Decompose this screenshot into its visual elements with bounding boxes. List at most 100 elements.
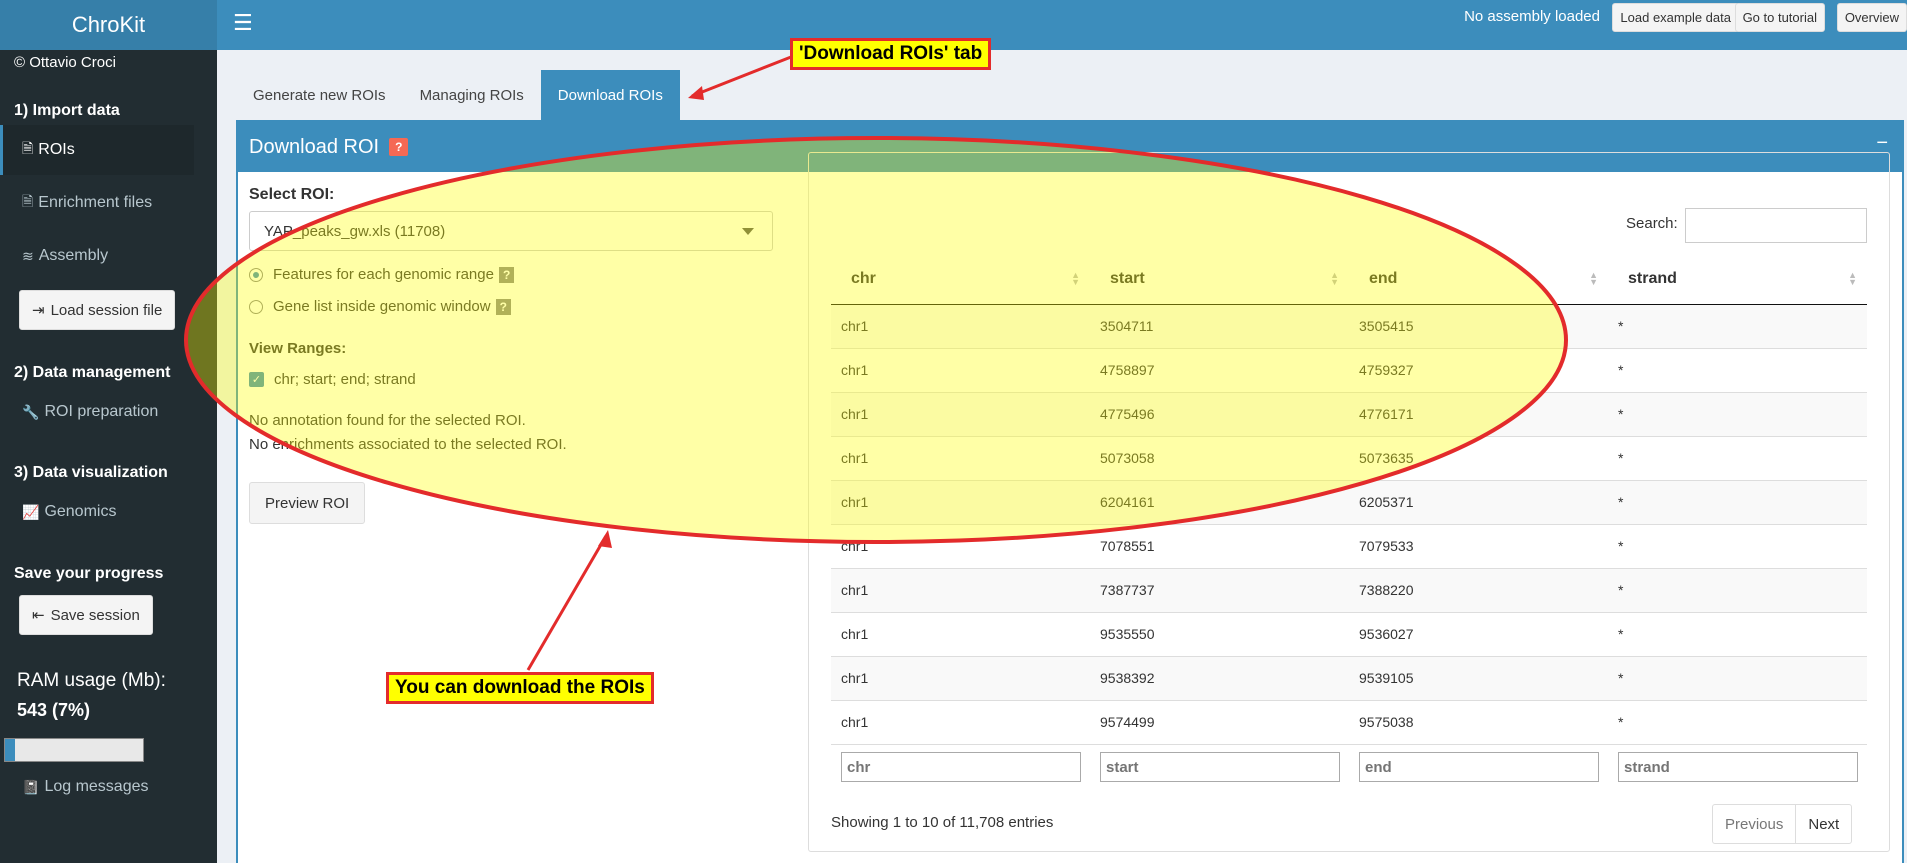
- tab-arrow-line: [691, 55, 792, 98]
- section-save-progress: Save your progress: [14, 565, 164, 582]
- cell-strand: *: [1608, 523, 1867, 568]
- sort-icon: ▲ ▼: [1848, 270, 1857, 287]
- table-row[interactable]: chr1 9574499 9575038 *: [831, 699, 1867, 744]
- sidebar-item-rois[interactable]: 🗎 ROIs: [0, 125, 194, 175]
- cell-start: 4775496: [1090, 391, 1349, 436]
- load-session-button[interactable]: ⇥ Load session file: [19, 290, 176, 330]
- file-export-icon: ⇤: [32, 607, 45, 624]
- cell-strand: *: [1608, 611, 1867, 656]
- radio-button[interactable]: [249, 267, 263, 282]
- ram-progress-fill: [5, 739, 15, 761]
- cell-chr: chr1: [831, 347, 1090, 392]
- table-row[interactable]: chr1 6204161 6205371 *: [831, 479, 1867, 524]
- table-row[interactable]: chr1 4775496 4776171 *: [831, 391, 1867, 436]
- cell-strand: *: [1608, 479, 1867, 524]
- table-info: Showing 1 to 10 of 11,708 entries: [831, 814, 1054, 831]
- go-to-tutorial-button[interactable]: Go to tutorial: [1734, 3, 1825, 32]
- roi-table: chr ▲ ▼ start ▲ ▼ end ▲ ▼ strand ▲ ▼ chr1 3504711…: [831, 254, 1867, 790]
- sidebar-item-genomics[interactable]: 📈 Genomics: [0, 487, 194, 537]
- roi-tabs: Generate new ROIs Managing ROIs Download…: [236, 70, 680, 120]
- filter-input-strand[interactable]: [1618, 752, 1858, 783]
- database-icon: ≋: [22, 247, 34, 264]
- cell-chr: chr1: [831, 655, 1090, 700]
- search-input[interactable]: [1685, 208, 1867, 243]
- table-row[interactable]: chr1 9538392 9539105 *: [831, 655, 1867, 700]
- radio-gene-list[interactable]: Gene list inside genomic window ?: [249, 298, 511, 315]
- select-roi-dropdown[interactable]: YAP_peaks_gw.xls (11708): [249, 211, 773, 251]
- cell-strand: *: [1608, 567, 1867, 612]
- filter-input-end[interactable]: [1359, 752, 1599, 783]
- table-row[interactable]: chr1 5073058 5073635 *: [831, 435, 1867, 480]
- overview-button[interactable]: Overview: [1836, 3, 1907, 32]
- help-icon[interactable]: ?: [495, 298, 511, 315]
- cell-end: 3505415: [1349, 303, 1608, 348]
- load-example-data-button[interactable]: Load example data: [1612, 3, 1739, 32]
- sidebar-item-roi-preparation[interactable]: 🔧 ROI preparation: [0, 387, 194, 437]
- cell-chr: chr1: [831, 611, 1090, 656]
- tab-generate-new-rois[interactable]: Generate new ROIs: [236, 70, 403, 120]
- select-roi-label: Select ROI:: [249, 186, 335, 203]
- cell-end: 9539105: [1349, 655, 1608, 700]
- cell-end: 5073635: [1349, 435, 1608, 480]
- previous-page-button[interactable]: Previous: [1713, 805, 1797, 843]
- cell-strand: *: [1608, 655, 1867, 700]
- app-logo: ChroKit: [0, 0, 217, 50]
- column-header-end[interactable]: end ▲ ▼: [1349, 254, 1608, 305]
- app-title: ChroKit: [71, 12, 146, 37]
- hamburger-icon[interactable]: ☰: [233, 10, 253, 36]
- section-data-visualization: 3) Data visualization: [14, 464, 168, 481]
- cell-end: 7388220: [1349, 567, 1608, 612]
- view-ranges-checkbox-row[interactable]: ✓ chr; start; end; strand: [249, 371, 416, 388]
- ram-usage-label: RAM usage (Mb):: [17, 670, 166, 691]
- cell-start: 4758897: [1090, 347, 1349, 392]
- cell-start: 9574499: [1090, 699, 1349, 744]
- filter-input-chr[interactable]: [841, 752, 1081, 783]
- sidebar-item-assembly[interactable]: ≋ Assembly: [0, 231, 194, 281]
- file-icon: 🗎: [22, 140, 34, 156]
- next-page-button[interactable]: Next: [1796, 805, 1851, 843]
- sidebar-item-label: Enrichment files: [38, 194, 153, 211]
- cell-start: 3504711: [1090, 303, 1349, 348]
- column-header-start[interactable]: start ▲ ▼: [1090, 254, 1349, 305]
- sort-icon: ▲ ▼: [1071, 270, 1080, 287]
- no-annotation-message: No annotation found for the selected ROI…: [249, 412, 526, 429]
- column-header-chr[interactable]: chr ▲ ▼: [831, 254, 1090, 305]
- select-roi-value: YAP_peaks_gw.xls (11708): [264, 222, 446, 240]
- preview-roi-button[interactable]: Preview ROI: [249, 482, 366, 524]
- sidebar-item-label: Genomics: [44, 503, 117, 520]
- tab-callout: 'Download ROIs' tab: [790, 38, 992, 70]
- cell-chr: chr1: [831, 523, 1090, 568]
- book-icon: 📓: [22, 778, 40, 795]
- table-row[interactable]: chr1 7387737 7388220 *: [831, 567, 1867, 612]
- table-row[interactable]: chr1 3504711 3505415 *: [831, 303, 1867, 348]
- tab-managing-rois[interactable]: Managing ROIs: [403, 70, 541, 120]
- cell-chr: chr1: [831, 479, 1090, 524]
- filter-input-start[interactable]: [1100, 752, 1340, 783]
- file-icon: 🗎: [22, 193, 34, 209]
- no-enrichment-message: No enrichments associated to the selecte…: [249, 436, 567, 453]
- cell-start: 9535550: [1090, 611, 1349, 656]
- table-row[interactable]: chr1 7078551 7079533 *: [831, 523, 1867, 568]
- table-row[interactable]: chr1 9535550 9536027 *: [831, 611, 1867, 656]
- cell-start: 5073058: [1090, 435, 1349, 480]
- checkbox[interactable]: ✓: [249, 372, 264, 387]
- help-icon[interactable]: ?: [498, 266, 515, 283]
- radio-features[interactable]: Features for each genomic range ?: [249, 266, 515, 283]
- tab-download-rois[interactable]: Download ROIs: [540, 70, 680, 120]
- help-button[interactable]: ?: [389, 138, 409, 156]
- sidebar-item-label: Assembly: [38, 247, 109, 264]
- cell-end: 4776171: [1349, 391, 1608, 436]
- cell-end: 7079533: [1349, 523, 1608, 568]
- cell-chr: chr1: [831, 391, 1090, 436]
- sidebar-item-enrichment-files[interactable]: 🗎 Enrichment files: [0, 178, 194, 228]
- copyright: © Ottavio Croci: [14, 54, 116, 71]
- view-ranges-value: chr; start; end; strand: [274, 371, 416, 388]
- section-import-data: 1) Import data: [14, 102, 120, 119]
- column-header-strand[interactable]: strand ▲ ▼: [1608, 254, 1867, 305]
- save-session-button[interactable]: ⇤ Save session: [19, 595, 153, 635]
- search-label: Search:: [1626, 215, 1678, 232]
- cell-chr: chr1: [831, 435, 1090, 480]
- radio-button[interactable]: [249, 299, 263, 314]
- table-row[interactable]: chr1 4758897 4759327 *: [831, 347, 1867, 392]
- sidebar-item-log-messages[interactable]: 📓 Log messages: [0, 762, 194, 812]
